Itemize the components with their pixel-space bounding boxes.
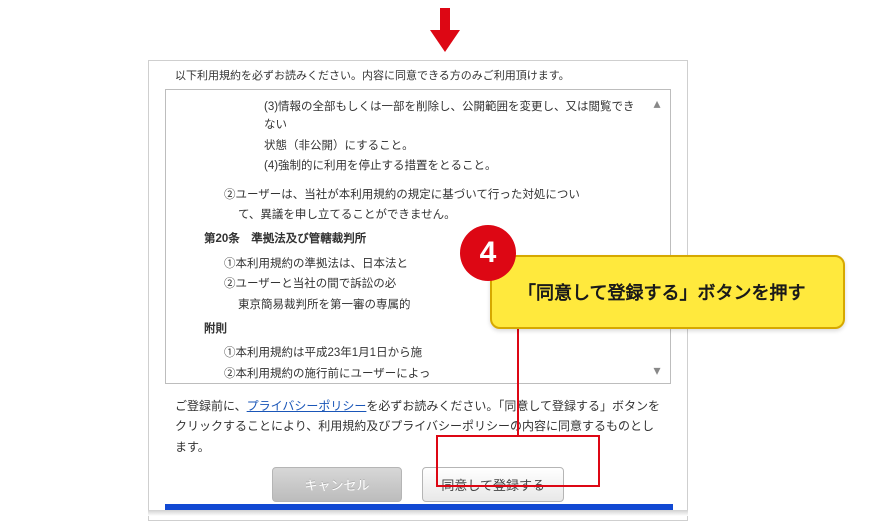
agree-and-register-button[interactable]: 同意して登録する [422, 467, 564, 502]
scroll-up-icon[interactable]: ▴ [650, 96, 664, 110]
terms-line: (4)強制的に利用を停止する措置をとること。 [264, 157, 640, 175]
panel-shadow [148, 510, 688, 516]
terms-line: て、異議を申し立てることができません。 [238, 206, 640, 224]
terms-article-heading: 第20条 準拠法及び管轄裁判所 [204, 230, 640, 248]
instruction-arrow-down-icon [428, 8, 462, 57]
terms-content: (3)情報の全部もしくは一部を削除し、公開範囲を変更し、又は閲覧できない 状態（… [256, 98, 640, 384]
instruction-callout: 4 「同意して登録する」ボタンを押す [490, 255, 845, 329]
step-number-badge: 4 [460, 225, 516, 281]
terms-line: ①本利用規約は平成23年1月1日から施 [224, 344, 640, 362]
terms-line: (3)情報の全部もしくは一部を削除し、公開範囲を変更し、又は閲覧できない [264, 98, 640, 135]
callout-text: 「同意して登録する」ボタンを押す [518, 283, 805, 303]
terms-scroll-area[interactable]: ▴ ▾ (3)情報の全部もしくは一部を削除し、公開範囲を変更し、又は閲覧できない… [165, 89, 671, 384]
scroll-down-icon[interactable]: ▾ [650, 363, 664, 377]
privacy-policy-link[interactable]: プライバシーポリシー [247, 399, 367, 413]
notice-pre: ご登録前に、 [175, 399, 247, 413]
terms-line: 状態（非公開）にすること。 [264, 137, 640, 155]
terms-intro-text: 以下利用規約を必ずお読みください。内容に同意できる方のみご利用頂けます。 [165, 65, 671, 89]
terms-line: ②ユーザーは、当社が本利用規約の規定に基づいて行った対処につい [224, 186, 640, 204]
action-button-row: キャンセル 同意して登録する [165, 461, 671, 508]
privacy-notice-text: ご登録前に、プライバシーポリシーを必ずお読みください。「同意して登録する」ボタン… [165, 384, 671, 461]
cancel-button[interactable]: キャンセル [272, 467, 402, 502]
terms-line: ②本利用規約の施行前にユーザーによっ [224, 365, 640, 383]
